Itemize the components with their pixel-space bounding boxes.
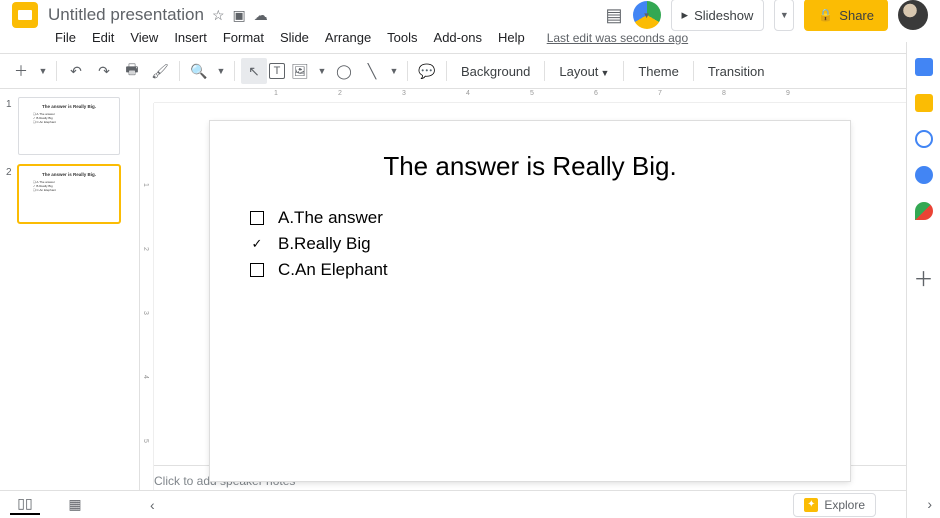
list-item[interactable]: C.An Elephant: [250, 260, 820, 280]
zoom-button[interactable]: 🔍: [186, 58, 212, 84]
thumb-list: ❏ A.The answer ✓ B.Really Big ❏ C.An Ele…: [27, 112, 111, 125]
list-item[interactable]: A.The answer: [250, 208, 820, 228]
canvas-area: 1 2 3 4 5 6 7 8 9 1 2 3 4 5 The answer i…: [140, 89, 940, 493]
slides-logo-icon[interactable]: [12, 2, 38, 28]
menu-view[interactable]: View: [123, 26, 165, 49]
line-dropdown[interactable]: ▼: [387, 58, 401, 84]
checkmark-icon: ✓: [250, 237, 264, 251]
separator: [623, 61, 624, 81]
menu-arrange[interactable]: Arrange: [318, 26, 378, 49]
explore-star-icon: ✦: [804, 498, 818, 512]
slide-canvas[interactable]: The answer is Really Big. A.The answer ✓…: [210, 121, 850, 481]
menu-insert[interactable]: Insert: [167, 26, 214, 49]
comment-button[interactable]: 💬: [414, 58, 440, 84]
separator: [56, 61, 57, 81]
canvas-inner[interactable]: The answer is Really Big. A.The answer ✓…: [154, 103, 940, 465]
bottom-bar: ▯▯ ▦ ‹ ✦ Explore: [0, 490, 906, 518]
comments-icon[interactable]: ▤: [606, 5, 623, 26]
separator: [693, 61, 694, 81]
explore-button[interactable]: ✦ Explore: [793, 493, 876, 517]
zoom-dropdown[interactable]: ▼: [214, 58, 228, 84]
side-panel: ＋: [906, 42, 940, 518]
calendar-icon[interactable]: [915, 58, 933, 76]
cloud-icon[interactable]: ☁: [254, 7, 268, 24]
slide-thumbnail-1[interactable]: The answer is Really Big. ❏ A.The answer…: [18, 97, 120, 155]
line-tool[interactable]: ╲: [359, 58, 385, 84]
image-dropdown[interactable]: ▼: [315, 58, 329, 84]
share-button[interactable]: 🔒 Share: [804, 0, 888, 31]
separator: [446, 61, 447, 81]
menu-tools[interactable]: Tools: [380, 26, 424, 49]
paint-format-button[interactable]: 🖌: [147, 58, 173, 84]
thumb-list: ❏ A.The answer ✓ B.Really Big ❏ C.An Ele…: [27, 180, 111, 193]
list-item[interactable]: ✓ B.Really Big: [250, 234, 820, 254]
thumb-number: 1: [6, 97, 14, 155]
separator: [179, 61, 180, 81]
menu-file[interactable]: File: [48, 26, 83, 49]
option-label: C.An Elephant: [278, 260, 388, 280]
slide-options-list[interactable]: A.The answer ✓ B.Really Big C.An Elephan…: [240, 208, 820, 280]
separator: [544, 61, 545, 81]
transition-button[interactable]: Transition: [700, 64, 773, 79]
select-tool[interactable]: ↖: [241, 58, 267, 84]
keep-icon[interactable]: [915, 94, 933, 112]
textbox-tool[interactable]: T: [269, 63, 285, 79]
thumb-number: 2: [6, 165, 14, 223]
menu-slide[interactable]: Slide: [273, 26, 316, 49]
explore-label: Explore: [824, 498, 865, 512]
checkbox-empty-icon: [250, 263, 264, 277]
new-slide-button[interactable]: ＋: [8, 58, 34, 84]
title-bar: Untitled presentation ☆ ▣ ☁ ▤ ▼ ▸ Slides…: [0, 0, 940, 24]
ruler-vertical: 1 2 3 4 5: [140, 103, 154, 493]
last-edit-link[interactable]: Last edit was seconds ago: [540, 27, 695, 49]
menu-edit[interactable]: Edit: [85, 26, 121, 49]
slide-thumbnail-2[interactable]: The answer is Really Big. ❏ A.The answer…: [18, 165, 120, 223]
add-addon-icon[interactable]: ＋: [915, 268, 933, 286]
thumb-title: The answer is Really Big.: [27, 104, 111, 109]
workspace: 1 The answer is Really Big. ❏ A.The answ…: [0, 89, 940, 493]
print-button[interactable]: 🖶: [119, 58, 145, 84]
menu-format[interactable]: Format: [216, 26, 271, 49]
slideshow-label: Slideshow: [694, 8, 753, 23]
option-label: A.The answer: [278, 208, 383, 228]
star-icon[interactable]: ☆: [212, 7, 225, 24]
document-title[interactable]: Untitled presentation: [48, 5, 204, 25]
toolbar: ＋ ▼ ↶ ↷ 🖶 🖌 🔍 ▼ ↖ T 🖼 ▼ ◯ ╲ ▼ 💬 Backgrou…: [0, 53, 940, 89]
option-label: B.Really Big: [278, 234, 371, 254]
thumbnail-row[interactable]: 1 The answer is Really Big. ❏ A.The answ…: [6, 97, 133, 155]
play-icon: ▸: [682, 7, 689, 23]
image-tool[interactable]: 🖼: [287, 58, 313, 84]
thumbnail-row[interactable]: 2 The answer is Really Big. ❏ A.The answ…: [6, 165, 133, 223]
background-button[interactable]: Background: [453, 64, 538, 79]
lock-icon: 🔒: [818, 8, 833, 22]
layout-label: Layout: [559, 64, 598, 79]
menu-addons[interactable]: Add-ons: [427, 26, 489, 49]
maps-icon[interactable]: [915, 202, 933, 220]
grid-view-button[interactable]: ▦: [60, 495, 90, 515]
slide-title[interactable]: The answer is Really Big.: [240, 151, 820, 182]
menu-help[interactable]: Help: [491, 26, 532, 49]
undo-button[interactable]: ↶: [63, 58, 89, 84]
avatar[interactable]: [898, 0, 928, 30]
ruler-horizontal: 1 2 3 4 5 6 7 8 9: [154, 89, 940, 103]
separator: [407, 61, 408, 81]
share-label: Share: [839, 8, 874, 23]
thumb-title: The answer is Really Big.: [27, 172, 111, 177]
layout-button[interactable]: Layout▼: [551, 64, 617, 79]
shape-tool[interactable]: ◯: [331, 58, 357, 84]
tasks-icon[interactable]: [915, 130, 933, 148]
collapse-filmstrip-button[interactable]: ‹: [150, 497, 155, 513]
slide-filmstrip[interactable]: 1 The answer is Really Big. ❏ A.The answ…: [0, 89, 140, 493]
contacts-icon[interactable]: [915, 166, 933, 184]
collapse-sidepanel-button[interactable]: ›: [927, 496, 932, 512]
slideshow-dropdown-button[interactable]: ▼: [774, 0, 794, 31]
theme-button[interactable]: Theme: [630, 64, 686, 79]
meet-button[interactable]: ▼: [633, 1, 661, 29]
redo-button[interactable]: ↷: [91, 58, 117, 84]
move-icon[interactable]: ▣: [233, 7, 246, 24]
separator: [234, 61, 235, 81]
filmstrip-view-button[interactable]: ▯▯: [10, 495, 40, 515]
checkbox-empty-icon: [250, 211, 264, 225]
new-slide-dropdown[interactable]: ▼: [36, 58, 50, 84]
